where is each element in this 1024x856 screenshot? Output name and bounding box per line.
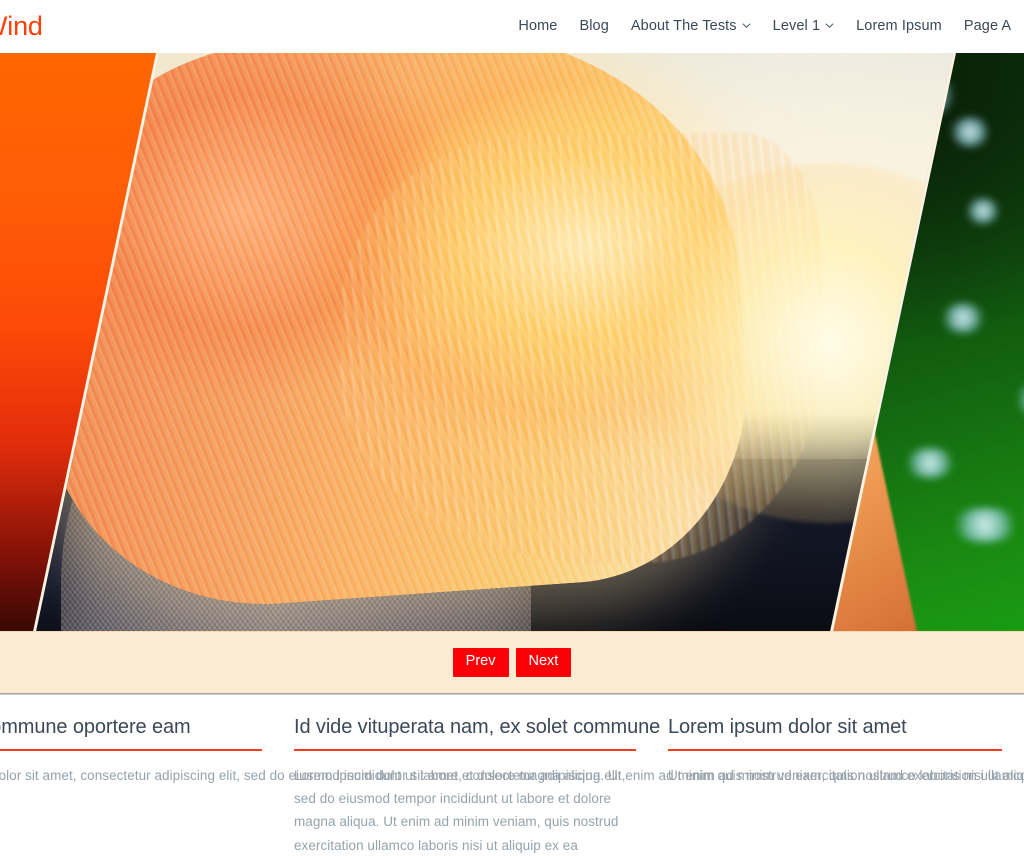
nav-item-label: Home [518,18,558,35]
site-header: Wind Home Blog About The Tests Level 1 L… [0,0,1024,53]
column-title: Id vide vituperata nam, ex solet commune [294,716,661,738]
nav-item-about-the-tests[interactable]: About The Tests [620,19,762,34]
flower-petal [941,303,985,333]
nav-item-level-1[interactable]: Level 1 [762,19,845,34]
column-body: osum dolor sit amet, consectetur adipisc… [0,768,1024,783]
nav-item-label: Page A [963,18,1012,35]
flower-petal [1014,383,1024,417]
column-title: let commune oportere eam [0,716,191,738]
flower-petal [904,448,956,478]
hero-slider: Prev Next [0,53,1024,693]
nav-item-page-a[interactable]: Page A [953,19,1022,34]
title-underline [668,749,1002,751]
next-button[interactable]: Next [515,648,572,677]
flower-petal [950,508,1020,542]
title-underline [0,749,262,751]
site-logo[interactable]: Wind [0,13,43,40]
slide-windblown-hair[interactable] [11,53,965,693]
nav-item-lorem-ipsum[interactable]: Lorem Ipsum [845,19,953,34]
main-navigation: Home Blog About The Tests Level 1 Lorem … [507,19,1024,34]
feature-column: Id vide vituperata nam, ex solet commune… [284,715,661,856]
nav-item-home[interactable]: Home [507,19,568,34]
flower-petal [950,117,990,147]
prev-button[interactable]: Prev [452,648,509,677]
nav-item-label: About The Tests [630,18,737,35]
column-body: Lorem ipsum dolor sit amet, consectetur … [294,768,626,853]
feature-columns: let commune oportere eam osum dolor sit … [0,695,1024,856]
slider-controls: Prev Next [0,631,1024,693]
flower-petal [966,198,1000,224]
nav-item-label: Lorem Ipsum [856,18,942,35]
column-title: Lorem ipsum dolor sit amet [668,716,907,738]
chevron-down-icon [825,21,834,30]
feature-column: Lorem ipsum dolor sit amet Ut enim ad mi… [658,715,1024,856]
nav-item-label: Level 1 [772,18,821,35]
slide-hair-artwork [11,53,965,693]
nav-item-label: Blog [579,18,609,35]
chevron-down-icon [742,21,751,30]
slide-track [0,53,1024,693]
nav-item-blog[interactable]: Blog [568,19,619,34]
feature-column: let commune oportere eam osum dolor sit … [0,715,1024,856]
title-underline [294,749,636,751]
column-body: Ut enim ad minim veniam, quis nostrud ex… [668,768,1024,783]
